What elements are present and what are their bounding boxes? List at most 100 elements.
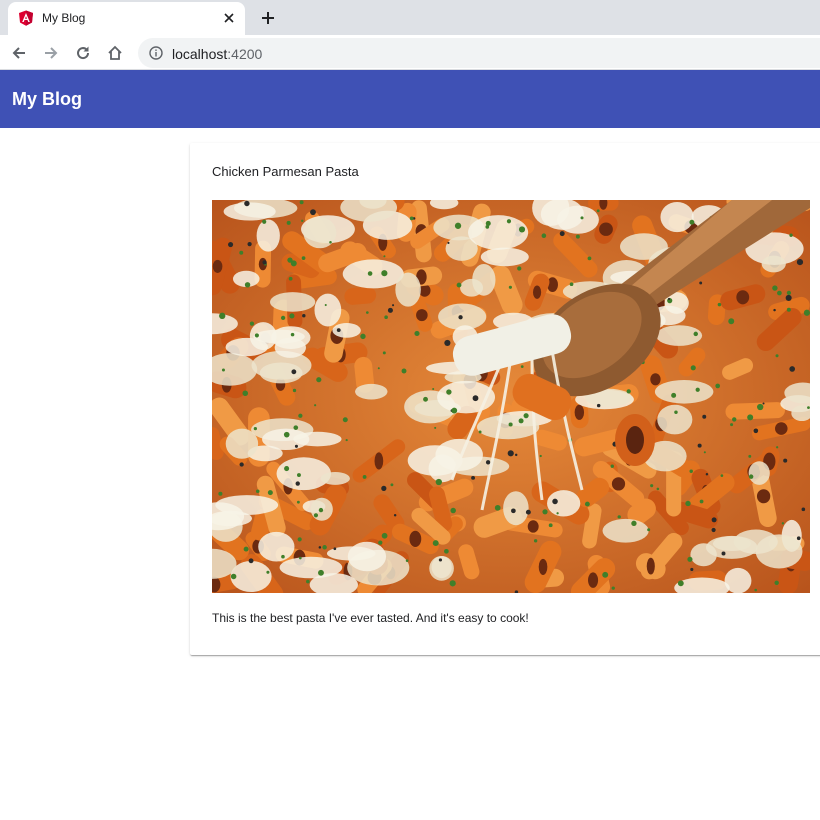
herb-fleck xyxy=(690,567,694,572)
herb-fleck xyxy=(262,260,267,265)
cheese-blob xyxy=(602,518,649,543)
reload-button[interactable] xyxy=(70,40,96,66)
forward-button[interactable] xyxy=(38,40,64,66)
cheese-blob xyxy=(654,379,714,404)
herb-fleck xyxy=(762,402,765,405)
herb-fleck xyxy=(360,333,366,340)
cheese-blob xyxy=(690,543,717,567)
herb-fleck xyxy=(383,255,386,258)
herb-fleck xyxy=(384,315,388,320)
home-icon xyxy=(108,45,122,60)
penne-hole xyxy=(574,404,585,420)
herb-fleck xyxy=(387,307,393,313)
herb-fleck xyxy=(345,438,348,442)
info-icon[interactable] xyxy=(149,46,163,60)
herb-fleck xyxy=(472,395,479,402)
herb-fleck xyxy=(721,551,726,556)
browser-tab-title: My Blog xyxy=(42,11,86,25)
arrow-left-icon xyxy=(12,47,25,59)
herb-fleck xyxy=(674,410,678,415)
herb-fleck xyxy=(728,318,735,325)
herb-fleck xyxy=(244,200,250,207)
herb-fleck xyxy=(584,501,590,507)
penne-hole xyxy=(212,259,223,273)
herb-fleck xyxy=(656,487,660,491)
herb-fleck xyxy=(301,256,306,260)
herb-fleck xyxy=(626,389,631,394)
herb-fleck xyxy=(631,520,637,527)
herb-fleck xyxy=(748,454,752,458)
herb-fleck xyxy=(293,425,299,430)
plus-icon xyxy=(262,12,274,24)
cheese-blob xyxy=(476,415,540,440)
herb-fleck xyxy=(525,509,531,515)
herb-fleck xyxy=(219,312,226,320)
herb-fleck xyxy=(699,499,704,504)
herb-fleck xyxy=(775,354,779,358)
herb-fleck xyxy=(786,290,792,295)
herb-fleck xyxy=(306,579,310,584)
herb-fleck xyxy=(444,548,449,554)
herb-fleck xyxy=(539,454,542,458)
new-tab-button[interactable] xyxy=(255,5,281,31)
herb-fleck xyxy=(255,489,260,493)
herb-fleck xyxy=(796,536,801,541)
browser-tab[interactable]: My Blog xyxy=(8,2,245,35)
penne-hole xyxy=(416,309,428,322)
herb-fleck xyxy=(596,209,600,213)
penne-hole xyxy=(532,285,542,299)
reload-icon xyxy=(77,46,90,60)
herb-fleck xyxy=(299,556,302,560)
address-url: localhost:4200 xyxy=(172,46,262,62)
herb-fleck xyxy=(569,282,574,287)
herb-fleck xyxy=(789,366,796,372)
herb-fleck xyxy=(715,383,721,389)
herb-fleck xyxy=(533,539,538,543)
cheese-blob xyxy=(258,531,295,562)
cheese-blob xyxy=(259,362,303,384)
herb-fleck xyxy=(297,537,302,542)
herb-fleck xyxy=(617,515,621,519)
herb-fleck xyxy=(456,282,462,288)
penne-hole xyxy=(611,477,626,491)
herb-fleck xyxy=(667,297,671,300)
herb-fleck xyxy=(423,396,428,402)
herb-fleck xyxy=(283,431,290,438)
herb-fleck xyxy=(280,315,286,320)
cheese-blob xyxy=(269,292,316,312)
cheese-blob xyxy=(262,428,310,451)
herb-fleck xyxy=(381,270,388,277)
herb-fleck xyxy=(789,233,793,237)
penne-hole xyxy=(538,558,548,576)
herb-fleck xyxy=(776,446,779,449)
address-bar[interactable]: localhost:4200 xyxy=(138,38,820,68)
herb-fleck xyxy=(485,220,491,226)
herb-fleck xyxy=(575,234,580,239)
cheese-blob xyxy=(547,490,581,517)
herb-fleck xyxy=(753,428,759,434)
herb-fleck xyxy=(342,417,348,423)
herb-fleck xyxy=(310,209,316,216)
back-button[interactable] xyxy=(6,40,32,66)
herb-fleck xyxy=(485,460,491,465)
home-button[interactable] xyxy=(102,40,128,66)
browser-tabstrip: My Blog xyxy=(0,0,820,35)
herb-fleck xyxy=(298,413,303,418)
cheese-blob xyxy=(230,560,272,593)
herb-fleck xyxy=(508,422,513,427)
herb-fleck xyxy=(253,426,257,431)
close-icon[interactable] xyxy=(221,10,237,26)
herb-fleck xyxy=(434,426,437,429)
herb-fleck xyxy=(367,271,373,276)
herb-fleck xyxy=(511,508,516,514)
herb-fleck xyxy=(447,241,450,245)
pasta-photo xyxy=(212,200,810,593)
herb-fleck xyxy=(542,509,548,515)
cheese-blob xyxy=(755,534,803,569)
herb-fleck xyxy=(299,200,304,205)
herb-fleck xyxy=(313,513,319,518)
cheese-blob xyxy=(256,219,280,252)
penne-hole xyxy=(736,290,750,305)
herb-fleck xyxy=(289,313,295,319)
herb-fleck xyxy=(781,522,785,525)
